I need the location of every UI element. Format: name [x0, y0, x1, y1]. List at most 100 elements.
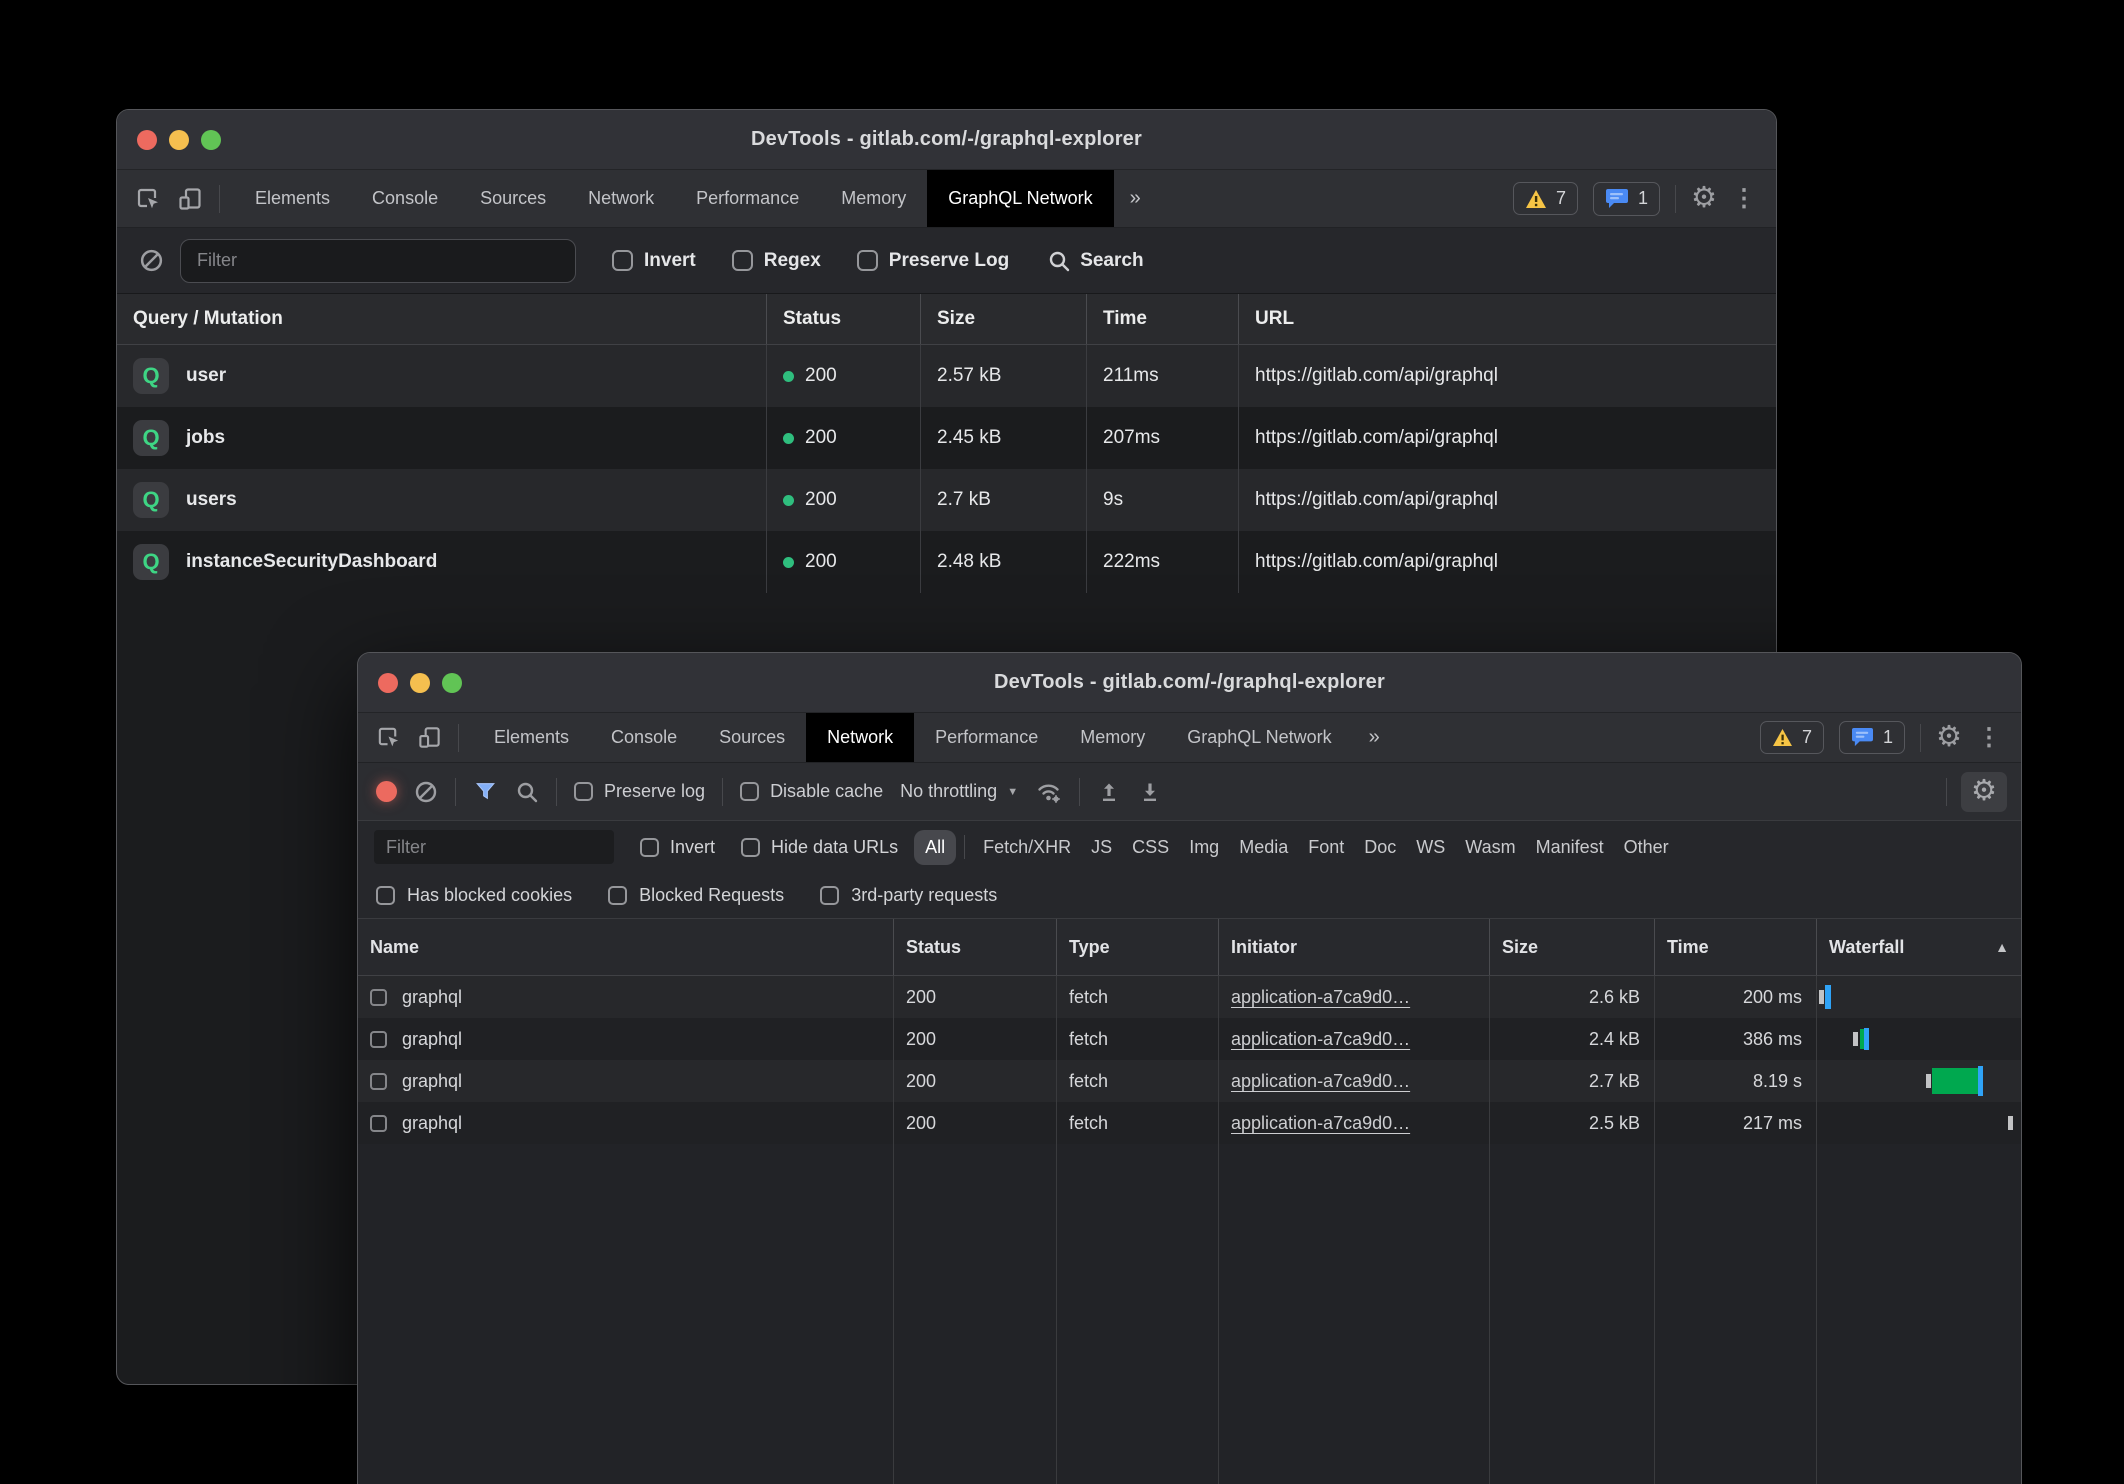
preserve-log-checkbox[interactable]: Preserve Log [857, 250, 1009, 272]
invert-checkbox[interactable]: Invert [640, 837, 715, 858]
more-tabs-button[interactable]: » [1353, 713, 1396, 762]
messages-badge[interactable]: 1 [1839, 721, 1905, 754]
network-conditions-icon[interactable] [1035, 779, 1062, 804]
export-har-icon[interactable] [1138, 780, 1162, 804]
filter-funnel-icon[interactable] [473, 779, 498, 804]
blocked-cookies-checkbox[interactable]: Has blocked cookies [376, 885, 572, 906]
column-header-initiator[interactable]: Initiator [1218, 919, 1489, 975]
device-toolbar-icon[interactable] [177, 186, 203, 212]
search-icon[interactable] [515, 780, 539, 804]
row-checkbox[interactable] [370, 1031, 387, 1048]
clear-icon[interactable] [139, 248, 164, 273]
column-header-size[interactable]: Size [920, 294, 1086, 344]
table-row[interactable]: graphql 200 fetch application-a7ca9d0… 2… [358, 1018, 2021, 1060]
chip-manifest[interactable]: Manifest [1526, 831, 1614, 864]
column-header-waterfall[interactable]: Waterfall ▲ [1816, 919, 2021, 975]
column-header-size[interactable]: Size [1489, 919, 1654, 975]
inspect-element-icon[interactable] [376, 725, 401, 750]
column-header-status[interactable]: Status [893, 919, 1056, 975]
chip-ws[interactable]: WS [1406, 831, 1455, 864]
chip-css[interactable]: CSS [1122, 831, 1179, 864]
minimize-button[interactable] [169, 130, 189, 150]
chip-doc[interactable]: Doc [1354, 831, 1406, 864]
column-header-time[interactable]: Time [1654, 919, 1816, 975]
messages-badge[interactable]: 1 [1593, 182, 1660, 216]
zoom-button[interactable] [201, 130, 221, 150]
column-header-type[interactable]: Type [1056, 919, 1218, 975]
table-row[interactable]: Q instanceSecurityDashboard 200 2.48 kB … [117, 531, 1776, 593]
tab-memory[interactable]: Memory [1059, 713, 1166, 762]
close-button[interactable] [137, 130, 157, 150]
message-bubble-icon [1605, 188, 1629, 210]
initiator-link[interactable]: application-a7ca9d0… [1231, 1029, 1410, 1050]
device-toolbar-icon[interactable] [417, 725, 442, 750]
table-row[interactable]: graphql 200 fetch application-a7ca9d0… 2… [358, 976, 2021, 1018]
initiator-link[interactable]: application-a7ca9d0… [1231, 987, 1410, 1008]
column-header-name[interactable]: Name [358, 919, 893, 975]
tab-sources[interactable]: Sources [698, 713, 806, 762]
tab-performance[interactable]: Performance [675, 170, 820, 227]
chip-img[interactable]: Img [1179, 831, 1229, 864]
column-header-query-mutation[interactable]: Query / Mutation [117, 294, 766, 344]
clear-icon[interactable] [414, 780, 438, 804]
tab-elements[interactable]: Elements [473, 713, 590, 762]
chip-font[interactable]: Font [1298, 831, 1354, 864]
table-row[interactable]: Q jobs 200 2.45 kB 207ms https://gitlab.… [117, 407, 1776, 469]
third-party-requests-checkbox[interactable]: 3rd-party requests [820, 885, 997, 906]
chip-wasm[interactable]: Wasm [1455, 831, 1525, 864]
kebab-menu-icon[interactable]: ⋮ [1977, 726, 2001, 750]
tab-performance[interactable]: Performance [914, 713, 1059, 762]
blocked-requests-checkbox[interactable]: Blocked Requests [608, 885, 784, 906]
warnings-badge[interactable]: 7 [1760, 721, 1824, 754]
tab-console[interactable]: Console [590, 713, 698, 762]
table-row[interactable]: graphql 200 fetch application-a7ca9d0… 2… [358, 1102, 2021, 1144]
chip-all[interactable]: All [914, 830, 956, 865]
tab-sources[interactable]: Sources [459, 170, 567, 227]
filter-input[interactable] [180, 239, 576, 283]
record-button[interactable] [376, 781, 397, 802]
table-row[interactable]: Q user 200 2.57 kB 211ms https://gitlab.… [117, 345, 1776, 407]
search-button[interactable]: Search [1047, 249, 1143, 273]
tab-network[interactable]: Network [806, 713, 914, 762]
tab-graphql-network[interactable]: GraphQL Network [1166, 713, 1352, 762]
initiator-link[interactable]: application-a7ca9d0… [1231, 1071, 1410, 1092]
inspect-element-icon[interactable] [135, 186, 161, 212]
tab-elements[interactable]: Elements [234, 170, 351, 227]
tab-memory[interactable]: Memory [820, 170, 927, 227]
settings-gear-icon[interactable]: ⚙ [1691, 184, 1717, 213]
table-row[interactable]: graphql 200 fetch application-a7ca9d0… 2… [358, 1060, 2021, 1102]
close-button[interactable] [378, 673, 398, 693]
chip-media[interactable]: Media [1229, 831, 1298, 864]
column-header-status[interactable]: Status [766, 294, 920, 344]
invert-checkbox[interactable]: Invert [612, 250, 696, 272]
minimize-button[interactable] [410, 673, 430, 693]
table-row[interactable]: Q users 200 2.7 kB 9s https://gitlab.com… [117, 469, 1776, 531]
row-checkbox[interactable] [370, 989, 387, 1006]
throttling-dropdown[interactable]: No throttling ▼ [900, 781, 1018, 802]
disable-cache-checkbox[interactable]: Disable cache [740, 781, 883, 802]
chip-js[interactable]: JS [1081, 831, 1122, 864]
titlebar[interactable]: DevTools - gitlab.com/-/graphql-explorer [358, 653, 2021, 713]
column-header-url[interactable]: URL [1238, 294, 1776, 344]
warnings-badge[interactable]: 7 [1513, 182, 1578, 215]
regex-checkbox[interactable]: Regex [732, 250, 821, 272]
chip-other[interactable]: Other [1614, 831, 1679, 864]
hide-data-urls-checkbox[interactable]: Hide data URLs [741, 837, 898, 858]
zoom-button[interactable] [442, 673, 462, 693]
preserve-log-checkbox[interactable]: Preserve log [574, 781, 705, 802]
more-tabs-button[interactable]: » [1114, 170, 1157, 227]
settings-gear-icon[interactable]: ⚙ [1936, 723, 1962, 752]
chip-fetch-xhr[interactable]: Fetch/XHR [973, 831, 1081, 864]
row-checkbox[interactable] [370, 1073, 387, 1090]
import-har-icon[interactable] [1097, 780, 1121, 804]
kebab-menu-icon[interactable]: ⋮ [1732, 187, 1756, 211]
column-header-time[interactable]: Time [1086, 294, 1238, 344]
tab-graphql-network[interactable]: GraphQL Network [927, 170, 1113, 227]
initiator-link[interactable]: application-a7ca9d0… [1231, 1113, 1410, 1134]
titlebar[interactable]: DevTools - gitlab.com/-/graphql-explorer [117, 110, 1776, 170]
network-settings-button[interactable]: ⚙ [1961, 772, 2007, 812]
tab-console[interactable]: Console [351, 170, 459, 227]
row-checkbox[interactable] [370, 1115, 387, 1132]
tab-network[interactable]: Network [567, 170, 675, 227]
filter-input[interactable] [374, 830, 614, 864]
